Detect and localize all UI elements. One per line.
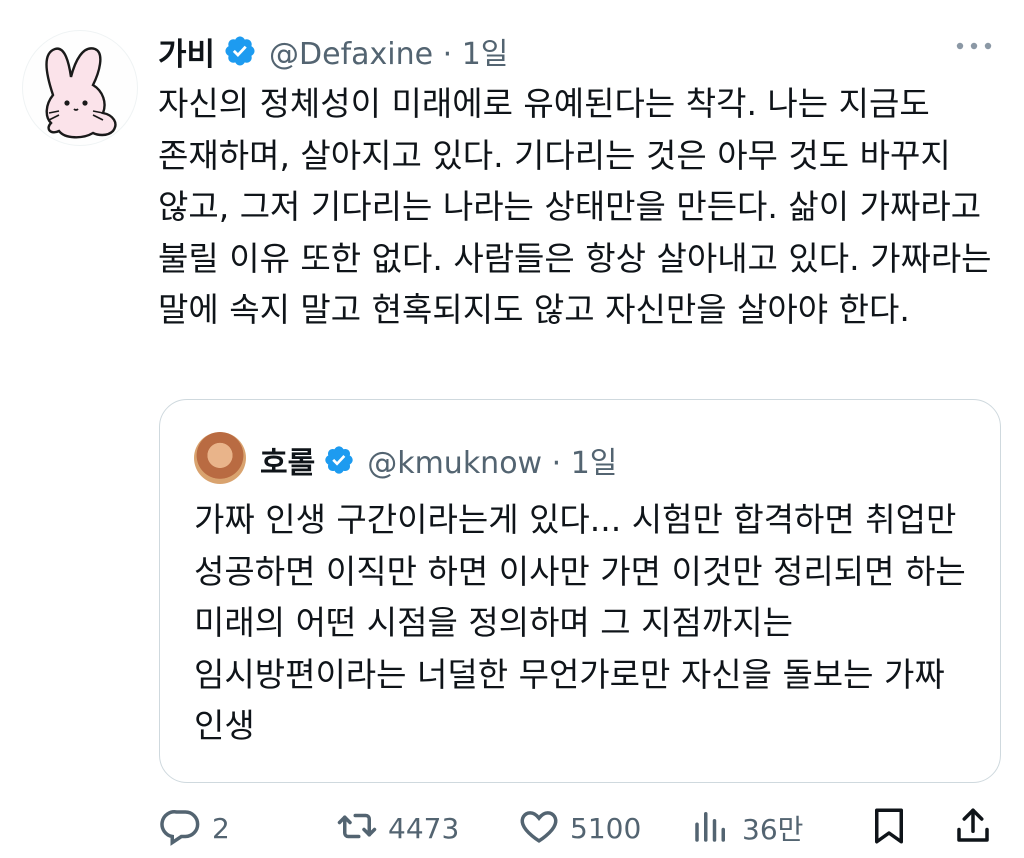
views-icon [690, 805, 732, 851]
verified-badge-icon [223, 34, 257, 68]
reply-button[interactable]: 2 [160, 804, 230, 852]
action-bar: 2 4473 5100 36만 [160, 804, 1004, 852]
retweet-button[interactable]: 4473 [336, 804, 459, 852]
more-icon[interactable] [954, 36, 994, 56]
author-handle-and-time[interactable]: @Defaxine · 1일 [269, 29, 508, 73]
quoted-tweet-header: 호롤 @kmuknow · 1일 [260, 436, 617, 484]
reply-icon [160, 805, 202, 851]
quoted-tweet-card[interactable]: 호롤 @kmuknow · 1일 가짜 인생 구간이라는게 있다... 시험만 … [159, 399, 1001, 783]
views-button[interactable]: 36만 [690, 804, 803, 852]
quoted-author-handle-and-time: @kmuknow · 1일 [367, 446, 618, 481]
share-icon [952, 805, 994, 851]
reply-count: 2 [212, 811, 230, 845]
like-button[interactable]: 5100 [518, 804, 641, 852]
bookmark-button[interactable] [868, 804, 910, 852]
share-button[interactable] [952, 804, 994, 852]
like-count: 5100 [570, 811, 642, 845]
like-icon [518, 805, 560, 851]
avatar[interactable] [22, 30, 138, 146]
retweet-count: 4473 [388, 811, 460, 845]
quoted-tweet-text: 가짜 인생 구간이라는게 있다... 시험만 합격하면 취업만 성공하면 이직만… [194, 500, 966, 745]
author-display-name[interactable]: 가비 [158, 29, 215, 74]
tweet-header: 가비 @Defaxine · 1일 [158, 26, 508, 76]
retweet-icon [336, 805, 378, 851]
quoted-avatar [194, 432, 246, 484]
verified-badge-icon [323, 444, 355, 476]
bookmark-icon [868, 805, 910, 851]
quoted-author-display-name: 호롤 [260, 446, 316, 481]
views-count: 36만 [742, 813, 804, 846]
bunny-avatar-image [45, 47, 117, 139]
tweet-text: 자신의 정체성이 미래에로 유예된다는 착각. 나는 지금도 존재하며, 살아지… [158, 84, 992, 330]
